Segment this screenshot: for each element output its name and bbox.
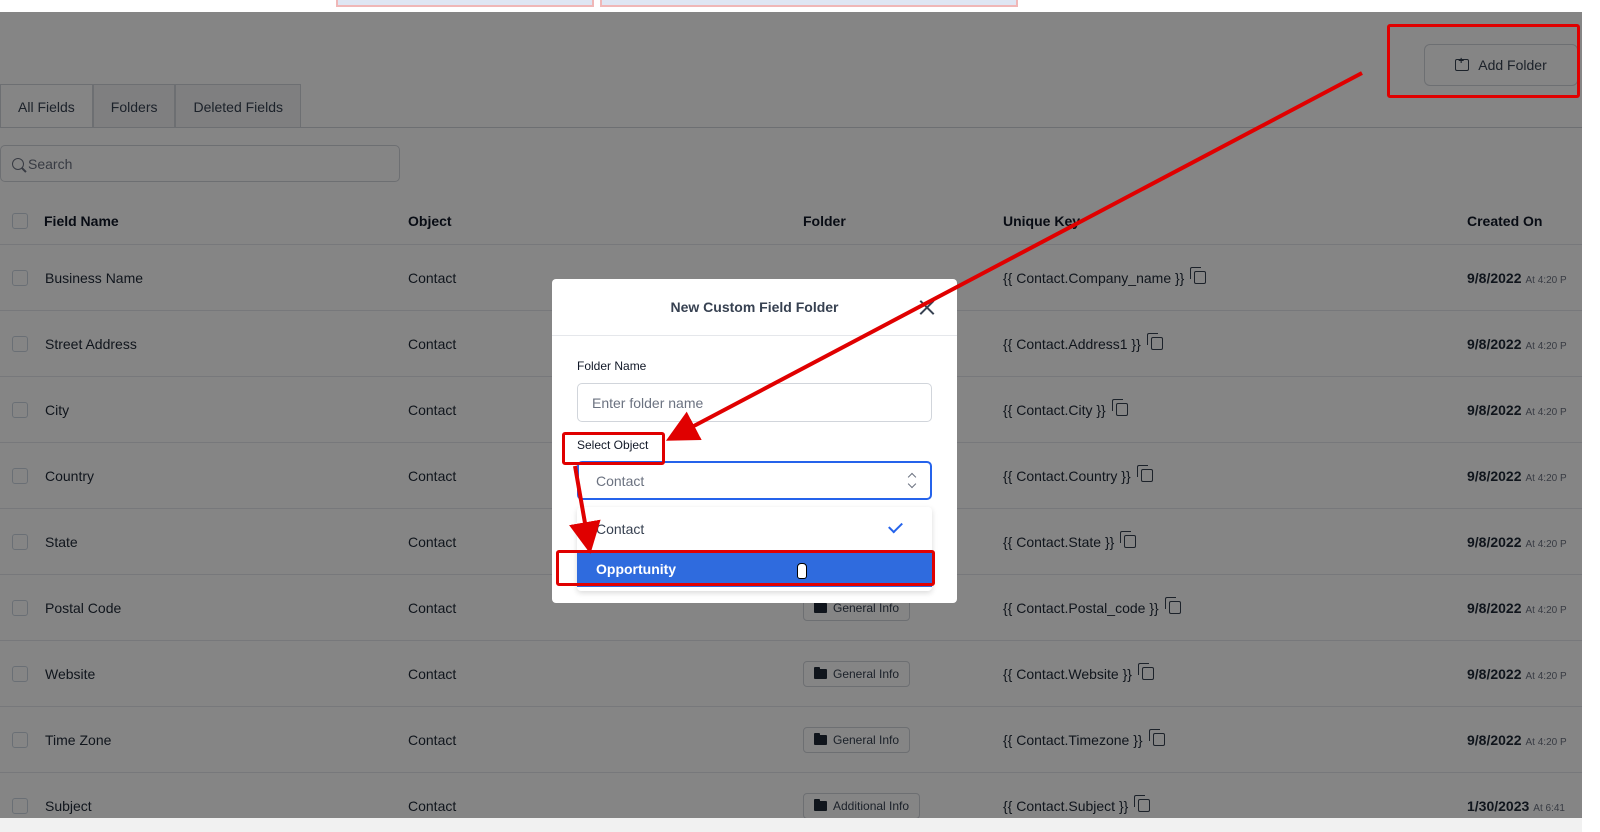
arrow-to-opportunity (569, 465, 601, 554)
bottom-strip (0, 818, 1600, 832)
right-strip (1582, 0, 1600, 832)
annotation-arrows (569, 71, 1363, 554)
arrow-to-select-object (665, 71, 1363, 441)
